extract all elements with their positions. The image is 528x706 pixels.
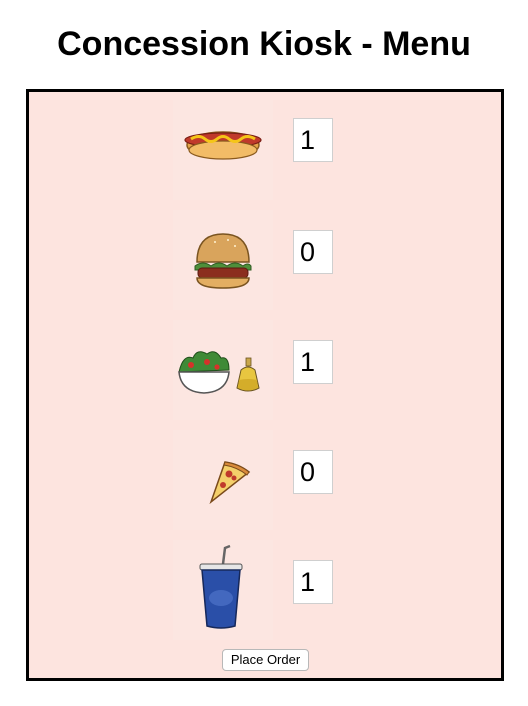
quantity-input-burger[interactable] bbox=[293, 230, 333, 274]
quantity-input-pizza[interactable] bbox=[293, 450, 333, 494]
pizza-slice-icon bbox=[173, 430, 273, 530]
soda-cup-icon bbox=[173, 540, 273, 640]
burger-icon bbox=[173, 210, 273, 310]
menu-item-soda bbox=[29, 540, 501, 650]
place-order-button[interactable]: Place Order bbox=[222, 649, 309, 671]
salad-with-dressing-icon bbox=[173, 320, 273, 420]
quantity-input-hot-dog[interactable] bbox=[293, 118, 333, 162]
quantity-input-salad[interactable] bbox=[293, 340, 333, 384]
menu-item-burger bbox=[29, 210, 501, 320]
quantity-input-soda[interactable] bbox=[293, 560, 333, 604]
hot-dog-icon bbox=[173, 100, 273, 200]
menu-item-pizza bbox=[29, 430, 501, 540]
menu-item-salad bbox=[29, 320, 501, 430]
menu-form: Place Order bbox=[26, 89, 504, 681]
page-title: Concession Kiosk - Menu bbox=[57, 25, 471, 63]
menu-item-hot-dog bbox=[29, 100, 501, 210]
